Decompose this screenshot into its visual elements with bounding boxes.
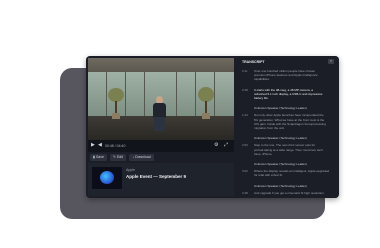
transcript-speaker: Unknown Speaker (Technology Leader) xyxy=(254,136,307,141)
video-frame[interactable] xyxy=(88,58,234,140)
transcript-line: have, iPhone. xyxy=(254,151,273,156)
video-scene-mullion xyxy=(176,72,177,116)
bookmark-icon: ▮ xyxy=(93,155,95,159)
pencil-icon: ✎ xyxy=(113,155,116,159)
video-scene-ceiling xyxy=(88,58,234,72)
download-button-label: Download xyxy=(135,155,151,159)
video-player-window: ▶ ◀ 00:48 / 04:40 ⚙ ⤢ ▮Save ✎Edit ↓Downl… xyxy=(86,56,339,198)
close-button[interactable]: × xyxy=(328,59,334,64)
transcript-timestamp[interactable]: 0:11 xyxy=(242,69,248,73)
transcript-speaker: Unknown Speaker (Technology Leader) xyxy=(254,106,307,111)
transcript-line: battery life. xyxy=(254,95,269,100)
transcript-timestamp[interactable]: 0:48 xyxy=(242,88,248,92)
video-title: Apple Event — September 9 xyxy=(126,174,187,179)
tree-trunk xyxy=(205,101,207,113)
video-toolbar: ▮Save ✎Edit ↓Download xyxy=(88,153,234,162)
video-scene-mullion xyxy=(106,72,107,116)
settings-icon[interactable]: ⚙ xyxy=(214,141,218,150)
transcript-speaker: Unknown Speaker (Technology Leader) xyxy=(254,162,307,166)
fullscreen-icon[interactable]: ⤢ xyxy=(224,141,228,150)
channel-name: Apple xyxy=(126,168,135,172)
play-icon[interactable]: ▶ xyxy=(91,141,95,150)
player-controls: ▶ ◀ 00:48 / 04:40 ⚙ ⤢ xyxy=(88,140,234,152)
video-scene-mullion xyxy=(144,72,145,116)
planter xyxy=(112,113,120,119)
transcript-line: capabilities. xyxy=(254,77,270,82)
edit-button-label: Edit xyxy=(116,155,123,159)
download-icon: ↓ xyxy=(132,155,135,159)
transcript-panel: TRANSCRIPT × 0:11 Over one hundred millio… xyxy=(236,56,339,198)
planter xyxy=(202,113,210,119)
transcript-header: TRANSCRIPT xyxy=(242,60,265,64)
transcript-timestamp[interactable]: 3:48 xyxy=(242,191,248,195)
tree-trunk xyxy=(115,101,117,113)
save-button[interactable]: ▮Save xyxy=(90,154,107,161)
transcript-speaker: Unknown Speaker (Technology Leader) xyxy=(254,183,307,188)
save-button-label: Save xyxy=(95,155,104,159)
presenter-legs xyxy=(154,117,165,131)
video-scene-mullion xyxy=(125,72,126,116)
edit-button[interactable]: ✎Edit xyxy=(110,154,126,161)
video-scene-mullion xyxy=(214,72,215,116)
tree-right xyxy=(198,87,214,102)
event-thumbnail[interactable] xyxy=(92,167,122,189)
video-scene-mullion xyxy=(195,72,196,116)
transcript-timestamp[interactable]: 1:24 xyxy=(242,113,248,117)
tree-left xyxy=(108,88,124,102)
apple-event-logo xyxy=(100,171,114,184)
playback-time: 00:48 / 04:40 xyxy=(105,144,126,148)
volume-icon[interactable]: ◀ xyxy=(98,141,102,150)
video-info: Apple Apple Event — September 9 xyxy=(88,163,234,196)
transcript-line: migration from the unit. xyxy=(254,125,285,130)
transcript-timestamp[interactable]: 2:06 xyxy=(242,143,248,147)
transcript-line: And upgrade if you get a cinematic fit h… xyxy=(254,190,325,195)
download-button[interactable]: ↓Download xyxy=(129,154,154,161)
transcript-line: for total with a flexi fit. xyxy=(254,173,283,178)
transcript-timestamp[interactable]: 3:02 xyxy=(242,169,248,173)
presenter-body xyxy=(153,103,166,118)
